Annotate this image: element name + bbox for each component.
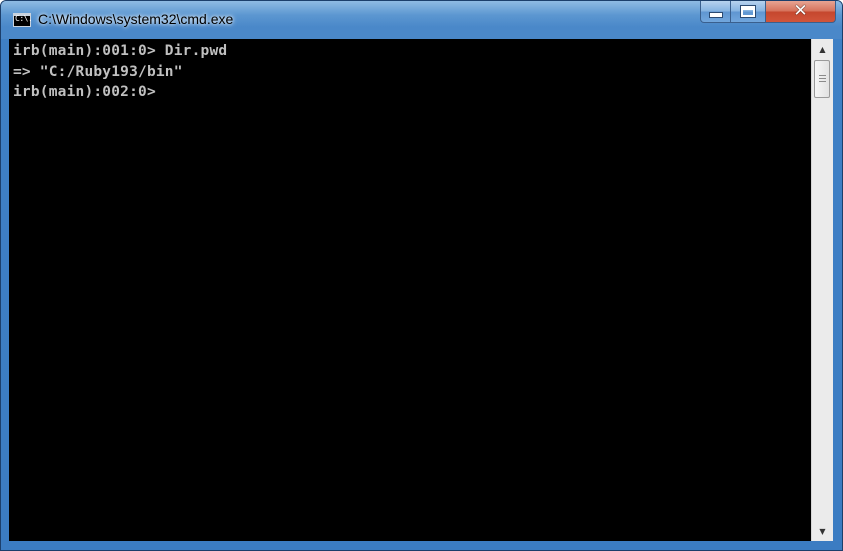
grip-line <box>819 81 826 82</box>
close-icon: ✕ <box>793 1 808 21</box>
grip-line <box>819 75 826 76</box>
scroll-thumb[interactable] <box>814 60 830 98</box>
scroll-up-icon: ▲ <box>819 44 826 54</box>
title-bar[interactable]: C:\. C:\Windows\system32\cmd.exe ✕ <box>1 1 842 39</box>
scroll-down-button[interactable]: ▼ <box>812 521 833 541</box>
close-button[interactable]: ✕ <box>765 1 836 23</box>
console-output[interactable]: irb(main):001:0> Dir.pwd => "C:/Ruby193/… <box>9 39 811 541</box>
cmd-icon[interactable]: C:\. <box>13 13 33 27</box>
window-title: C:\Windows\system32\cmd.exe <box>38 11 234 27</box>
scroll-down-icon: ▼ <box>819 526 826 536</box>
console-line: irb(main):001:0> Dir.pwd <box>13 43 228 59</box>
scroll-up-button[interactable]: ▲ <box>812 39 833 59</box>
console-line: irb(main):002:0> <box>13 84 156 100</box>
cmd-icon-text: C:\. <box>15 14 33 23</box>
minimize-button[interactable] <box>700 1 731 23</box>
vertical-scrollbar[interactable]: ▲ ▼ <box>811 39 833 541</box>
grip-line <box>819 78 826 79</box>
maximize-icon <box>740 5 756 18</box>
maximize-button[interactable] <box>730 1 766 23</box>
minimize-icon <box>708 11 723 18</box>
console-line: => "C:/Ruby193/bin" <box>13 63 183 80</box>
cmd-window: C:\. C:\Windows\system32\cmd.exe ✕ irb(m… <box>0 0 843 551</box>
